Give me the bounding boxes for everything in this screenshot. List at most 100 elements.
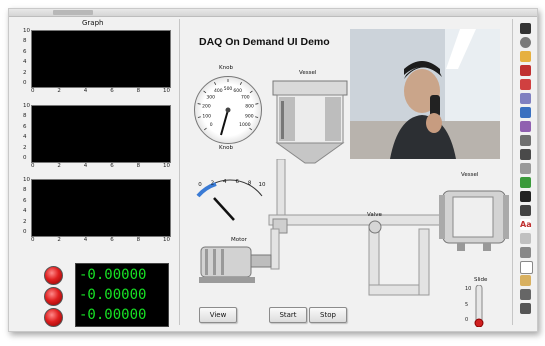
graph-y-tick: 6 — [23, 48, 27, 55]
page-icon[interactable] — [520, 261, 533, 274]
ruler-icon[interactable] — [520, 149, 531, 160]
knob-scale-label: 200 — [202, 103, 211, 109]
window-tab[interactable] — [53, 10, 93, 15]
knob-scale-label: 700 — [241, 94, 250, 100]
view-button[interactable]: View — [199, 307, 237, 323]
knob-scale-tick — [203, 127, 207, 131]
slide-label: Slide — [474, 277, 488, 283]
graph-y-tick: 2 — [23, 218, 27, 225]
knob-scale-label: 100 — [202, 113, 211, 119]
graph-y-tick: 2 — [23, 69, 27, 76]
knob-scale-tick — [203, 90, 207, 94]
graph-y-tick: 4 — [23, 134, 27, 141]
webcam-frame — [350, 29, 500, 159]
knob-gauge-face: 0 100 200 300400 500 600700 800 900 1000 — [197, 79, 259, 136]
numeric-readout-1: -0.00000 — [79, 267, 147, 283]
graph-x-tick: 4 — [83, 163, 88, 169]
lamp-icon[interactable] — [520, 51, 531, 62]
panel-separator — [179, 19, 180, 325]
app-window: Graph 10 8 6 4 2 0 0 2 4 6 8 10 10 8 6 4 2 0 0 2 4 6 8 10 10 8 6 4 2… — [8, 8, 538, 332]
slide-tick-0: 0 — [465, 317, 469, 323]
text-icon[interactable]: Aa — [520, 219, 532, 230]
knob-scale-label: 500 — [224, 86, 233, 92]
knob-scale-label: 1000 — [239, 122, 251, 128]
knob-scale-label: 300 — [206, 94, 215, 100]
slide-tick-5: 5 — [465, 302, 469, 308]
globe-icon[interactable] — [520, 107, 531, 118]
graph-x-tick: 8 — [136, 88, 141, 94]
knob-scale-tick — [249, 127, 253, 131]
slide-tick-10: 10 — [465, 286, 472, 292]
graph-icon[interactable] — [520, 135, 531, 146]
pen-icon[interactable] — [520, 233, 531, 244]
numeric-display: -0.00000 -0.00000 -0.00000 — [75, 263, 169, 327]
graph-caption: Graph — [82, 19, 104, 27]
battery-icon[interactable] — [520, 177, 531, 188]
vessel-right-label: Vessel — [461, 172, 479, 178]
graph-plot-area — [31, 105, 171, 163]
formula-icon[interactable] — [520, 247, 531, 258]
toolbox-icon[interactable] — [520, 79, 531, 90]
gauge-icon[interactable] — [520, 93, 531, 104]
webcam-video — [350, 29, 500, 159]
folder-icon[interactable] — [520, 275, 531, 286]
gamepad-icon[interactable] — [520, 23, 531, 34]
knob-scale-tick — [249, 90, 253, 94]
knob-scale-tick — [214, 81, 217, 86]
graph-y-tick: 10 — [23, 103, 30, 109]
numeric-icon[interactable] — [520, 205, 531, 216]
knob-scale-tick — [255, 103, 259, 105]
waveform-graph-1: 10 8 6 4 2 0 0 2 4 6 8 10 — [23, 28, 171, 96]
graph-x-tick: 2 — [57, 163, 61, 169]
waveform-graph-2: 10 8 6 4 2 0 0 2 4 6 8 10 — [23, 103, 171, 171]
wrench-icon[interactable] — [520, 163, 531, 174]
graph-y-tick: 8 — [23, 187, 27, 194]
graph-x-tick: 10 — [163, 237, 170, 243]
display-icon[interactable] — [520, 191, 531, 202]
knob-bottom-label: Knob — [219, 145, 233, 151]
settings-icon[interactable] — [520, 303, 531, 314]
app-title: DAQ On Demand UI Demo — [199, 36, 330, 48]
webcam-icon[interactable] — [520, 37, 531, 48]
numeric-readout-3: -0.00000 — [79, 307, 147, 323]
knob-needle — [220, 109, 229, 136]
start-button[interactable]: Start — [269, 307, 307, 323]
knob-scale-tick — [239, 81, 242, 86]
graph-x-tick: 0 — [31, 237, 35, 243]
stop-button[interactable]: Stop — [309, 307, 347, 323]
numeric-readout-2: -0.00000 — [79, 287, 147, 303]
vessel-left — [272, 80, 348, 164]
knob-scale-tick — [197, 116, 201, 118]
graph-plot-area — [31, 179, 171, 237]
vessel-right — [439, 190, 509, 251]
knob-scale-label: 0 — [210, 122, 213, 128]
graph-x-tick: 10 — [163, 163, 170, 169]
chart-icon[interactable] — [520, 121, 531, 132]
knob-scale-label: 400 — [214, 88, 223, 94]
graph-y-tick: 0 — [23, 155, 27, 161]
pipe-network — [268, 159, 459, 296]
meter-needle — [213, 197, 235, 221]
car-icon[interactable] — [520, 65, 531, 76]
graph-x-tick: 6 — [110, 163, 114, 169]
save-icon[interactable] — [520, 289, 531, 300]
graph-y-tick: 0 — [23, 80, 27, 86]
graph-y-tick: 10 — [23, 177, 30, 183]
graph-x-tick: 8 — [136, 163, 141, 169]
graph-x-tick: 0 — [31, 163, 35, 169]
graph-x-tick: 10 — [163, 88, 170, 94]
graph-y-tick: 6 — [23, 123, 27, 130]
graph-y-tick: 6 — [23, 197, 27, 204]
graph-x-tick: 2 — [57, 237, 61, 243]
graph-y-tick: 10 — [23, 28, 30, 34]
graph-x-tick: 6 — [110, 237, 114, 243]
knob-gauge[interactable]: 0 100 200 300 400 500 600 700 800 900 1000 — [194, 76, 262, 144]
graph-y-tick: 4 — [23, 208, 27, 215]
graph-x-tick: 4 — [83, 237, 88, 243]
palette-separator — [512, 19, 513, 325]
led-indicator-2 — [44, 287, 63, 306]
graph-y-tick: 0 — [23, 229, 27, 235]
slide-control[interactable] — [472, 285, 486, 327]
meter-scale-label: 4 — [223, 179, 227, 185]
graph-y-tick: 2 — [23, 144, 27, 151]
